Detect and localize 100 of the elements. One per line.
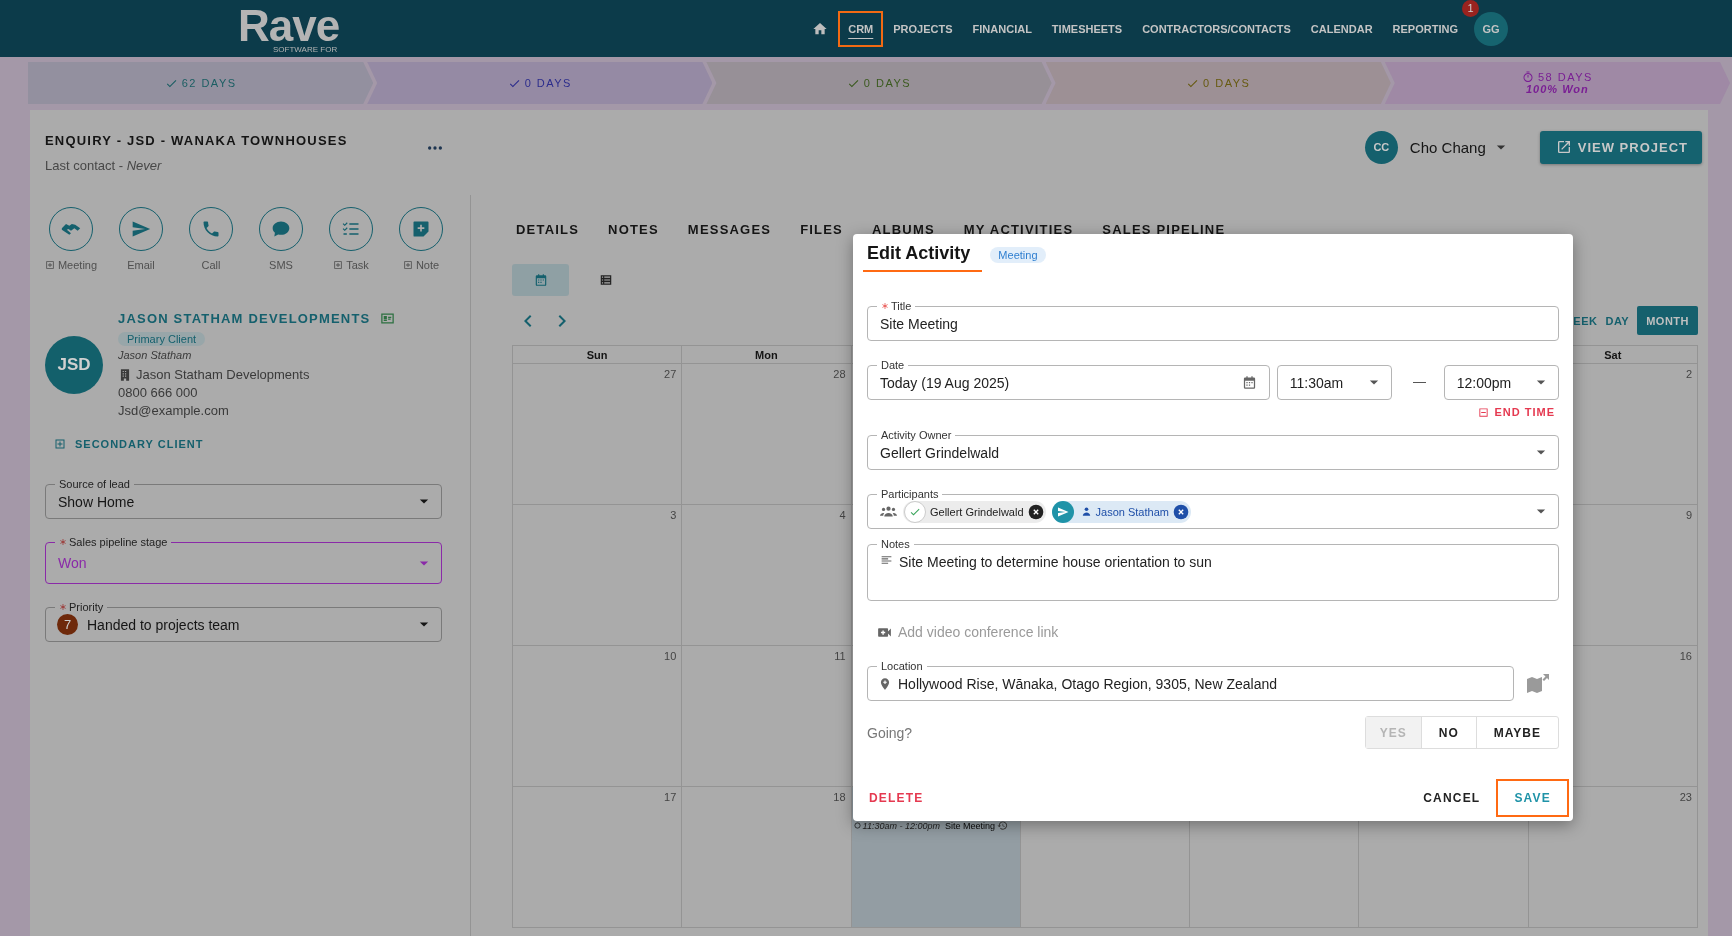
home-icon[interactable] (812, 20, 829, 37)
priority-badge: 7 (57, 614, 78, 635)
event-title[interactable]: Site Meeting (944, 820, 995, 831)
rsvp-button[interactable]: MAYBE (1475, 717, 1558, 748)
tab[interactable]: DETAILS (512, 215, 605, 245)
owner-name[interactable]: Cho Chang (1409, 138, 1486, 156)
tab[interactable]: FILES (796, 215, 868, 245)
caret-icon (419, 499, 429, 504)
remove-icon (1478, 406, 1490, 418)
day-number: 3 (670, 509, 677, 521)
stage-label: 0 DAYS (863, 77, 912, 89)
stage-note: 100% Won (1526, 83, 1589, 95)
company-name: Jason Statham Developments (136, 367, 310, 382)
remove-icon[interactable] (1027, 503, 1044, 520)
day-number: 17 (664, 791, 677, 803)
day-number: 10 (664, 650, 677, 662)
field-value: 12:00pm (1456, 374, 1512, 391)
weekday-header: Mon (755, 348, 778, 361)
field-value: Handed to projects team (87, 616, 240, 633)
tab[interactable]: NOTES (604, 215, 684, 245)
calendar-icon (1241, 375, 1257, 390)
building-icon (118, 367, 132, 382)
field-value: Hollywood Rise, Wānaka, Otago Region, 9305, New Zealand (898, 675, 1277, 692)
range-button[interactable]: MONTH (1637, 306, 1698, 335)
caret-icon[interactable] (1495, 144, 1506, 150)
logo[interactable]: Rave (238, 7, 340, 45)
save-button[interactable]: SAVE (1496, 779, 1569, 817)
field-value: 11:30am (1289, 374, 1344, 391)
person-icon (1080, 506, 1092, 517)
nav-link[interactable]: TIMESHEETS (1041, 10, 1133, 47)
participant-name: Gellert Grindelwald (930, 505, 1024, 518)
caret-icon (1536, 509, 1546, 514)
end-time-button[interactable]: END TIME (1474, 405, 1559, 419)
weekday-header: Sun (586, 348, 608, 361)
stage-label: 0 DAYS (524, 77, 572, 89)
contact-name: Jason Statham (118, 349, 192, 361)
view-toggle-button[interactable] (512, 264, 569, 296)
send-icon (1056, 505, 1069, 518)
contact-card-icon (380, 311, 396, 326)
note-add-icon (411, 219, 431, 239)
last-contact: Last contact - Never (45, 158, 163, 173)
field-value: Show Home (58, 493, 135, 510)
user-avatar[interactable]: GG (1474, 11, 1508, 46)
send-icon (131, 219, 151, 239)
action-label: Email (127, 259, 155, 271)
remove-icon[interactable] (1172, 503, 1189, 520)
notification-badge: 1 (1462, 0, 1479, 17)
record-title: ENQUIRY - JSD - WANAKA TOWNHOUSES (45, 132, 348, 148)
nav-link[interactable]: CRM (838, 10, 884, 47)
time-field[interactable]: 12:00pm (1443, 365, 1559, 400)
time-field[interactable]: 11:30am (1276, 365, 1392, 400)
field-value: Today (19 Aug 2025) (880, 374, 1010, 391)
action-label: SMS (269, 259, 293, 271)
day-number: 27 (664, 368, 677, 380)
map-icon[interactable] (1526, 671, 1550, 696)
day-number: 2 (1685, 368, 1692, 380)
location-pin-icon (878, 676, 892, 691)
phone-icon (201, 219, 221, 239)
list-icon (599, 273, 613, 287)
activity-type-badge: Meeting (990, 246, 1046, 263)
delete-button[interactable]: DELETE (867, 779, 926, 817)
rsvp-button[interactable]: NO (1420, 717, 1476, 748)
view-project-button[interactable]: VIEW PROJECT (1539, 130, 1702, 164)
chat-bubble-icon (271, 219, 291, 239)
clock-icon (853, 822, 861, 829)
caret-icon (1368, 380, 1379, 385)
tab[interactable]: MESSAGES (683, 215, 797, 245)
field-value: Won (58, 555, 87, 571)
external-link-icon (1555, 139, 1572, 155)
caret-icon (419, 622, 429, 627)
phone-number: 0800 666 000 (118, 385, 198, 400)
nav-link[interactable]: CALENDAR (1300, 10, 1383, 47)
client-avatar: JSD (45, 335, 103, 394)
stage-label: 0 DAYS (1203, 77, 1251, 89)
nav-link[interactable]: FINANCIAL (962, 10, 1042, 47)
day-number: 11 (834, 650, 846, 662)
history-icon (997, 820, 1008, 831)
day-number: 16 (1679, 650, 1692, 662)
day-number: 23 (1679, 791, 1692, 803)
nav-link[interactable]: PROJECTS (883, 10, 963, 47)
cancel-button[interactable]: CANCEL (1421, 779, 1483, 817)
day-number: 18 (833, 791, 846, 803)
email-address: Jsd@example.com (118, 403, 229, 418)
participant-name: Jason Statham (1095, 505, 1169, 518)
user-avatar: CC (1364, 130, 1398, 164)
stage-label: 58 DAYS (1537, 71, 1593, 83)
nav-link[interactable]: CONTRACTORS/CONTACTS (1132, 10, 1301, 47)
field-value: Gellert Grindelwald (880, 444, 1000, 461)
day-number: 28 (833, 368, 846, 380)
action-label: Note (415, 259, 440, 271)
field-value: Site Meeting (880, 315, 958, 332)
day-number: 9 (1685, 509, 1692, 521)
logo-tagline: SOFTWARE FOR (273, 45, 338, 54)
event-time[interactable]: 11:30am - 12:00pm (862, 820, 940, 831)
add-icon (54, 438, 66, 450)
timer-icon (1521, 71, 1534, 83)
action-label: Call (201, 259, 221, 271)
notes-icon (880, 554, 893, 567)
field-value: Site Meeting to determine house orientation to sun (899, 554, 1212, 570)
action-label: Task (346, 259, 369, 271)
